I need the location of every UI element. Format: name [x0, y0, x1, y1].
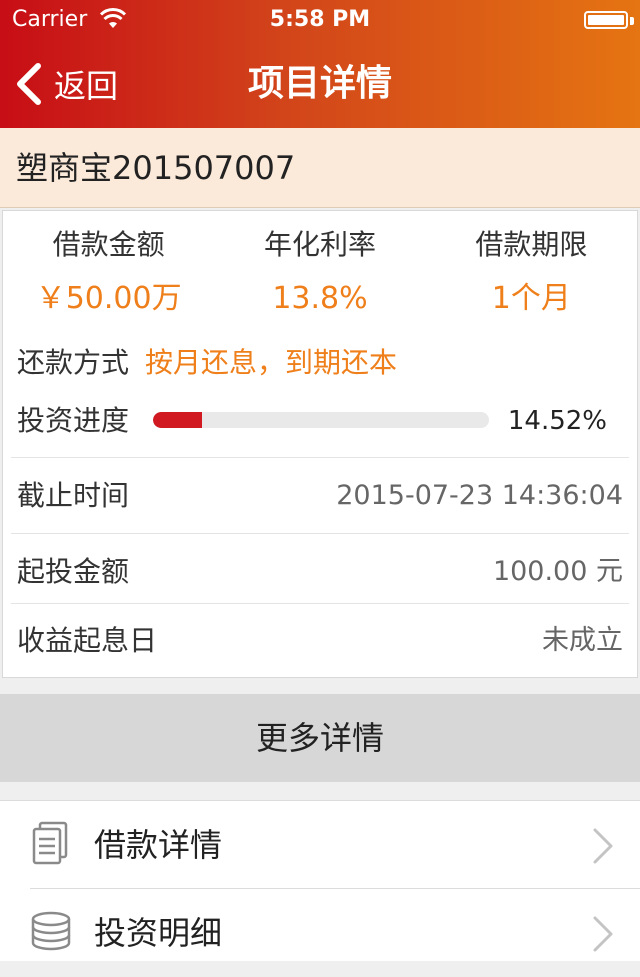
- more-details-button[interactable]: 更多详情: [0, 694, 640, 782]
- detail-row-deadline: 截止时间 2015-07-23 14:36:04: [11, 457, 629, 534]
- progress-percent: 14.52%: [507, 406, 607, 436]
- stat-label: 年化利率: [263, 228, 376, 261]
- chevron-right-icon: [593, 916, 613, 952]
- progress-label: 投资进度: [17, 404, 130, 437]
- stat-label: 借款金额: [52, 228, 165, 261]
- coins-icon: [31, 911, 71, 951]
- page-title: 项目详情: [247, 63, 392, 104]
- detail-label: 收益起息日: [17, 624, 158, 657]
- document-icon: [32, 821, 68, 865]
- stat-loan-term: 借款期限 1个月: [426, 223, 637, 329]
- status-time: 5:58 PM: [269, 7, 371, 32]
- progress-bar: [153, 412, 489, 428]
- list-item-investment-records[interactable]: 投资明细: [0, 889, 640, 977]
- progress-bar-fill: [153, 412, 202, 428]
- repayment-row: 还款方式 按月还息，到期还本: [17, 341, 397, 385]
- project-name: 塑商宝201507007: [16, 149, 296, 187]
- detail-label: 起投金额: [17, 555, 130, 588]
- stat-annual-rate: 年化利率 13.8%: [214, 223, 425, 329]
- detail-label: 截止时间: [17, 479, 130, 512]
- progress-row: 投资进度 14.52%: [17, 399, 627, 443]
- nav-bar: 返回 项目详情: [0, 40, 640, 128]
- list-item-label: 投资明细: [94, 914, 223, 952]
- stat-label: 借款期限: [475, 228, 588, 261]
- stat-value: 1个月: [491, 281, 571, 316]
- chevron-right-icon: [593, 828, 613, 864]
- detail-links-list: 借款详情 投资明细: [0, 800, 640, 961]
- status-bar: Carrier 5:58 PM: [0, 0, 640, 40]
- project-name-band: 塑商宝201507007: [0, 128, 640, 208]
- repayment-value: 按月还息，到期还本: [145, 346, 398, 379]
- detail-row-min-investment: 起投金额 100.00 元: [11, 533, 629, 610]
- detail-value: 2015-07-23 14:36:04: [336, 480, 623, 511]
- detail-value: 未成立: [542, 625, 623, 656]
- stat-value: 13.8%: [272, 281, 368, 316]
- list-item-label: 借款详情: [94, 826, 223, 864]
- detail-value: 100.00 元: [492, 556, 623, 587]
- header: Carrier 5:58 PM 返回 项目详情: [0, 0, 640, 128]
- project-summary-card: 借款金额 ￥50.00万 年化利率 13.8% 借款期限 1个月 还款方式 按月还…: [2, 210, 638, 678]
- battery-tip: [630, 17, 634, 25]
- repayment-label: 还款方式: [17, 346, 130, 379]
- stat-loan-amount: 借款金额 ￥50.00万: [3, 223, 214, 329]
- stat-value: ￥50.00万: [35, 281, 182, 316]
- battery-icon: [584, 11, 628, 29]
- stats-row: 借款金额 ￥50.00万 年化利率 13.8% 借款期限 1个月: [3, 223, 637, 329]
- list-item-loan-details[interactable]: 借款详情: [0, 801, 640, 889]
- detail-row-interest-start: 收益起息日 未成立: [11, 603, 629, 678]
